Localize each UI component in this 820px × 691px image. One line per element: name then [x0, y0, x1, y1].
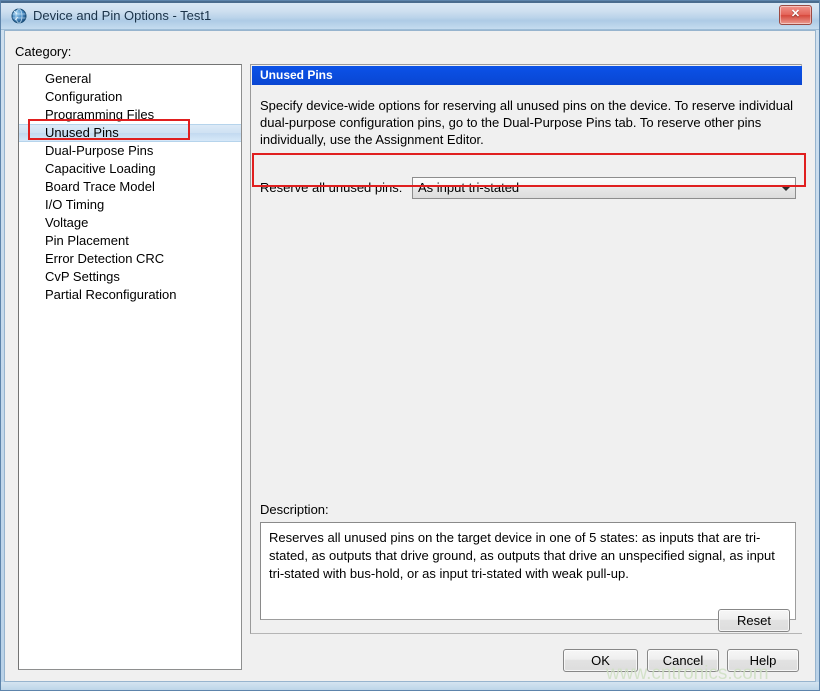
quartus-globe-icon [11, 8, 27, 24]
close-icon: ✕ [780, 6, 811, 22]
reserve-all-unused-pins-row: Reserve all unused pins: As input tri-st… [260, 177, 796, 201]
category-item-board-trace-model[interactable]: Board Trace Model [19, 178, 241, 196]
help-button[interactable]: Help [727, 649, 799, 672]
cancel-button[interactable]: Cancel [647, 649, 719, 672]
reserve-all-unused-pins-label: Reserve all unused pins: [260, 180, 402, 195]
panel-body: Specify device-wide options for reservin… [252, 85, 802, 633]
category-item-partial-reconfiguration[interactable]: Partial Reconfiguration [19, 286, 241, 304]
reserve-all-unused-pins-select[interactable]: As input tri-stated [412, 177, 796, 199]
category-item-capacitive-loading[interactable]: Capacitive Loading [19, 160, 241, 178]
description-text-box: Reserves all unused pins on the target d… [260, 522, 796, 620]
window-title: Device and Pin Options - Test1 [33, 6, 211, 25]
window-bottom-strip [1, 682, 819, 690]
category-item-pin-placement[interactable]: Pin Placement [19, 232, 241, 250]
device-and-pin-options-dialog: Device and Pin Options - Test1 ✕ Categor… [0, 0, 820, 691]
category-item-voltage[interactable]: Voltage [19, 214, 241, 232]
category-item-error-detection-crc[interactable]: Error Detection CRC [19, 250, 241, 268]
chevron-down-icon[interactable] [777, 178, 795, 198]
category-item-programming-files[interactable]: Programming Files [19, 106, 241, 124]
panel-header-title: Unused Pins [252, 66, 802, 85]
close-button[interactable]: ✕ [779, 5, 812, 25]
description-label: Description: [260, 502, 329, 517]
panel-intro-text: Specify device-wide options for reservin… [260, 97, 795, 148]
title-bar: Device and Pin Options - Test1 ✕ [1, 1, 819, 30]
reset-button[interactable]: Reset [718, 609, 790, 632]
ok-button[interactable]: OK [563, 649, 638, 672]
category-item-general[interactable]: General [19, 70, 241, 88]
unused-pins-panel: Unused Pins Specify device-wide options … [250, 64, 802, 634]
category-item-unused-pins[interactable]: Unused Pins [19, 124, 241, 142]
category-item-dual-purpose-pins[interactable]: Dual-Purpose Pins [19, 142, 241, 160]
category-item-configuration[interactable]: Configuration [19, 88, 241, 106]
category-item-cvp-settings[interactable]: CvP Settings [19, 268, 241, 286]
reserve-all-unused-pins-value: As input tri-stated [418, 178, 519, 198]
category-item-io-timing[interactable]: I/O Timing [19, 196, 241, 214]
category-label: Category: [15, 44, 71, 59]
category-list[interactable]: General Configuration Programming Files … [18, 64, 242, 670]
